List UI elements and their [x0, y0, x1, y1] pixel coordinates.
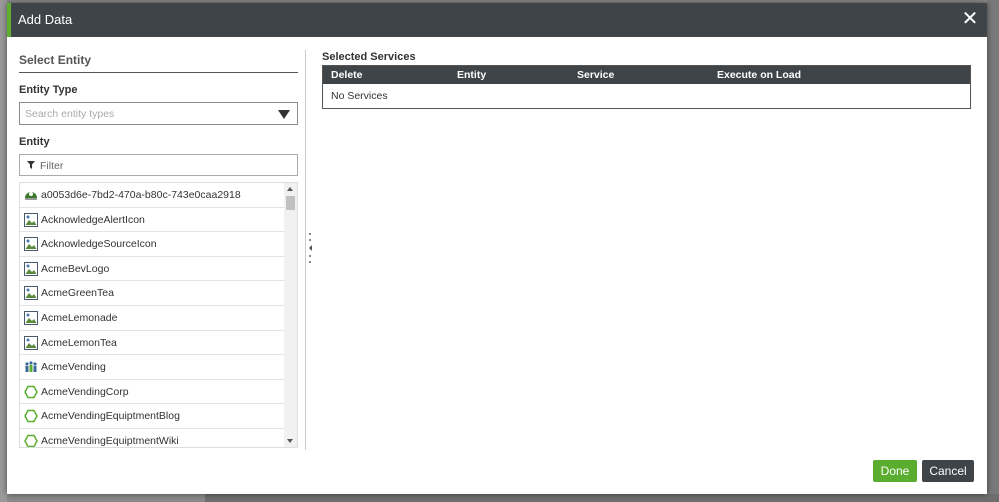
splitter-grip-icon[interactable]	[309, 233, 313, 267]
entity-name: AcknowledgeAlertIcon	[41, 213, 145, 226]
entity-name: AcmeVending	[41, 361, 106, 374]
image-icon	[24, 286, 38, 301]
entity-list-item[interactable]: AcmeBevLogo	[20, 257, 284, 282]
entity-list-item[interactable]: AcknowledgeAlertIcon	[20, 208, 284, 233]
entity-list-item[interactable]: AcmeVending	[20, 355, 284, 380]
entity-name: a0053d6e-7bd2-470a-b80c-743e0caa2918	[41, 189, 241, 201]
organization-icon	[24, 360, 38, 374]
image-icon	[24, 261, 38, 276]
entity-list-item[interactable]: AcmeLemonade	[20, 306, 284, 331]
selected-services-pane: Selected Services Delete Entity Service …	[322, 50, 971, 109]
entity-name: AcknowledgeSourceIcon	[41, 238, 157, 251]
hexagon-icon	[24, 434, 38, 447]
entity-type-placeholder: Search entity types	[25, 108, 115, 120]
entity-list-scrollbar[interactable]	[284, 183, 297, 447]
chevron-down-icon[interactable]	[278, 110, 290, 119]
image-icon	[24, 310, 38, 325]
background-bottom-strip	[205, 494, 999, 502]
dialog-title: Add Data	[18, 12, 73, 27]
entity-type-label: Entity Type	[19, 84, 78, 96]
entity-list-item[interactable]: AcknowledgeSourceIcon	[20, 232, 284, 257]
entity-list: a0053d6e-7bd2-470a-b80c-743e0caa2918 Ackn…	[19, 182, 298, 448]
close-icon[interactable]: ✕	[960, 9, 980, 29]
services-table-body: No Services	[323, 84, 970, 108]
add-data-dialog: Add Data ✕ Select Entity Entity Type Sea…	[7, 3, 987, 494]
entity-name: AcmeVendingEquiptmentBlog	[41, 410, 180, 423]
scroll-up-icon[interactable]	[287, 187, 293, 191]
entity-name: AcmeGreenTea	[41, 287, 114, 300]
services-table-header: Delete Entity Service Execute on Load	[323, 66, 970, 84]
entity-name: AcmeVendingCorp	[41, 385, 129, 398]
column-header-delete: Delete	[331, 69, 363, 81]
column-header-service: Service	[577, 69, 615, 81]
entity-list-item[interactable]: AcmeVendingEquiptmentWiki	[20, 429, 284, 447]
entity-type-select[interactable]: Search entity types	[19, 102, 298, 125]
select-entity-title: Select Entity	[19, 50, 298, 73]
pane-splitter[interactable]	[305, 50, 306, 450]
entity-list-item[interactable]: AcmeLemonTea	[20, 331, 284, 356]
services-table: Delete Entity Service Execute on Load No…	[322, 65, 971, 109]
selected-services-title: Selected Services	[322, 51, 416, 63]
image-icon	[24, 335, 38, 350]
column-header-execute-on-load: Execute on Load	[717, 69, 802, 81]
entity-name: AcmeVendingEquiptmentWiki	[41, 434, 179, 447]
background-right-strip	[987, 0, 999, 502]
image-icon	[24, 212, 38, 227]
image-icon	[24, 237, 38, 252]
entity-name: AcmeLemonade	[41, 311, 118, 324]
scroll-down-icon[interactable]	[287, 439, 293, 443]
entity-name: AcmeBevLogo	[41, 262, 110, 275]
hexagon-icon	[24, 385, 38, 399]
entity-list-item[interactable]: a0053d6e-7bd2-470a-b80c-743e0caa2918	[20, 183, 284, 208]
entity-filter-input[interactable]: Filter	[19, 154, 298, 176]
entity-list-item[interactable]: AcmeGreenTea	[20, 281, 284, 306]
empty-services-message: No Services	[331, 90, 388, 102]
column-header-entity: Entity	[457, 69, 487, 81]
select-entity-pane: Select Entity Entity Type Search entity …	[19, 50, 298, 448]
done-button[interactable]: Done	[873, 460, 917, 482]
entity-label: Entity	[19, 136, 50, 148]
filter-icon	[27, 161, 35, 169]
entity-rows: a0053d6e-7bd2-470a-b80c-743e0caa2918 Ackn…	[20, 183, 284, 447]
entity-list-item[interactable]: AcmeVendingCorp	[20, 380, 284, 405]
background-left-strip	[0, 0, 7, 502]
cancel-button[interactable]: Cancel	[922, 460, 974, 482]
dialog-header: Add Data ✕	[7, 3, 987, 37]
hexagon-icon	[24, 409, 38, 423]
network-icon	[24, 188, 38, 202]
filter-placeholder: Filter	[40, 160, 64, 172]
entity-list-item[interactable]: AcmeVendingEquiptmentBlog	[20, 404, 284, 429]
entity-name: AcmeLemonTea	[41, 336, 117, 349]
scroll-thumb[interactable]	[286, 196, 295, 210]
